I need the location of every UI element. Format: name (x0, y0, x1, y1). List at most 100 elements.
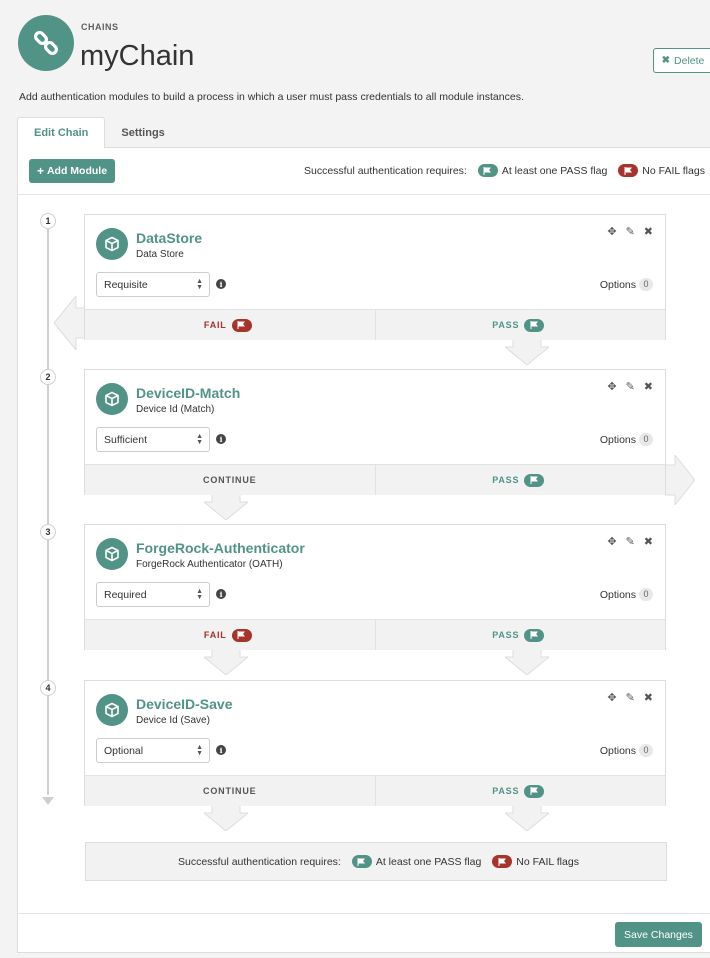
module-actions: ✥ ✎ ✖ (607, 535, 653, 548)
cube-icon (96, 538, 128, 570)
info-icon[interactable]: i (216, 434, 226, 444)
info-icon[interactable]: i (216, 745, 226, 755)
options-label: Options (599, 744, 636, 757)
fail-flag-label: No FAIL flags (516, 855, 579, 868)
flow-bar: FAIL PASS (85, 309, 665, 340)
remove-icon[interactable]: ✖ (644, 535, 653, 548)
page-title: myChain (80, 40, 195, 72)
down-arrow-pass-4 (505, 805, 549, 831)
step-number-2: 2 (40, 369, 56, 385)
footer-divider (17, 913, 710, 914)
save-changes-button[interactable]: Save Changes (615, 922, 702, 947)
plus-icon: + (36, 164, 44, 178)
continue-label: CONTINUE (203, 475, 257, 485)
module-card-deviceid-save: DeviceID-Save Device Id (Save) ✥ ✎ ✖ Opt… (84, 680, 666, 806)
pass-flag-icon (351, 855, 372, 868)
flow-bar: CONTINUE PASS (85, 775, 665, 806)
pass-flag-icon (524, 628, 545, 642)
cube-icon (96, 694, 128, 726)
move-icon[interactable]: ✥ (607, 380, 616, 393)
move-icon[interactable]: ✥ (607, 225, 616, 238)
options-label: Options (599, 433, 636, 446)
fail-flag-icon (231, 318, 252, 332)
module-actions: ✥ ✎ ✖ (607, 225, 653, 238)
module-actions: ✥ ✎ ✖ (607, 691, 653, 704)
pass-flag-icon (477, 164, 498, 177)
pass-exit-arrow (665, 455, 695, 505)
pass-flag-icon (524, 473, 545, 487)
module-card-datastore: DataStore Data Store ✥ ✎ ✖ Requisite ▲ ▼ i… (84, 214, 666, 340)
module-name[interactable]: ForgeRock-Authenticator (136, 540, 305, 556)
down-arrow-continue-4 (204, 805, 248, 831)
down-arrow-fail-3 (204, 649, 248, 675)
fail-flag-label: No FAIL flags (642, 164, 705, 177)
timeline-line (47, 222, 49, 795)
criteria-select[interactable]: Requisite ▲ ▼ (96, 272, 210, 297)
auth-requirements: Successful authentication requires: At l… (304, 164, 705, 177)
pass-flag-icon (524, 318, 545, 332)
criteria-select[interactable]: Required ▲ ▼ (96, 582, 210, 607)
fail-flag-icon (618, 164, 639, 177)
remove-icon[interactable]: ✖ (644, 691, 653, 704)
module-actions: ✥ ✎ ✖ (607, 380, 653, 393)
continue-label: CONTINUE (203, 786, 257, 796)
options-label: Options (599, 588, 636, 601)
criteria-select[interactable]: Sufficient ▲ ▼ (96, 427, 210, 452)
criteria-value: Required (104, 588, 147, 601)
criteria-value: Sufficient (104, 433, 147, 446)
tab-bar: Edit Chain Settings (17, 117, 181, 148)
move-icon[interactable]: ✥ (607, 691, 616, 704)
remove-icon[interactable]: ✖ (644, 380, 653, 393)
down-arrow-continue-2 (204, 494, 248, 520)
footer-auth-requirements: Successful authentication requires: At l… (178, 855, 579, 868)
flow-bar: FAIL PASS (85, 619, 665, 650)
fail-flag-icon (231, 628, 252, 642)
options-link[interactable]: Options 0 (600, 433, 653, 446)
add-module-label: Add Module (46, 165, 108, 177)
fail-label: FAIL (203, 320, 227, 330)
criteria-select[interactable]: Optional ▲ ▼ (96, 738, 210, 763)
delete-button[interactable]: ✖ Delete (653, 48, 710, 73)
remove-icon[interactable]: ✖ (644, 225, 653, 238)
requires-label: Successful authentication requires: (178, 855, 341, 868)
select-caret-icon: ▲ ▼ (196, 278, 203, 291)
step-number-4: 4 (40, 680, 56, 696)
module-name[interactable]: DeviceID-Save (136, 696, 233, 712)
delete-button-label: Delete (674, 54, 705, 67)
info-icon[interactable]: i (216, 279, 226, 289)
tab-edit-chain[interactable]: Edit Chain (17, 117, 106, 148)
flow-bar: CONTINUE PASS (85, 464, 665, 495)
pass-label: PASS (492, 630, 520, 640)
add-module-button[interactable]: + Add Module (29, 159, 115, 183)
cube-icon (96, 383, 128, 415)
move-icon[interactable]: ✥ (607, 535, 616, 548)
select-caret-icon: ▲ ▼ (196, 433, 203, 446)
step-number-1: 1 (40, 213, 56, 229)
info-icon[interactable]: i (216, 589, 226, 599)
cube-icon (96, 228, 128, 260)
toolbar-divider (17, 194, 710, 195)
intro-text: Add authentication modules to build a pr… (19, 91, 524, 103)
edit-icon[interactable]: ✎ (626, 691, 635, 704)
pass-label: PASS (492, 786, 520, 796)
module-type: ForgeRock Authenticator (OATH) (136, 559, 283, 570)
options-link[interactable]: Options 0 (600, 278, 653, 291)
down-arrow-pass-1 (505, 339, 549, 365)
chain-logo (18, 15, 74, 71)
section-kicker: CHAINS (81, 22, 119, 32)
timeline-arrow-icon (42, 797, 54, 805)
fail-exit-arrow (54, 296, 86, 350)
options-link[interactable]: Options 0 (600, 588, 653, 601)
module-card-deviceid-match: DeviceID-Match Device Id (Match) ✥ ✎ ✖ S… (84, 369, 666, 495)
tab-settings[interactable]: Settings (105, 117, 180, 148)
options-link[interactable]: Options 0 (600, 744, 653, 757)
options-count: 0 (639, 433, 653, 446)
module-name[interactable]: DataStore (136, 230, 202, 246)
step-number-3: 3 (40, 524, 56, 540)
module-name[interactable]: DeviceID-Match (136, 385, 240, 401)
edit-icon[interactable]: ✎ (626, 225, 635, 238)
edit-icon[interactable]: ✎ (626, 380, 635, 393)
criteria-value: Optional (104, 744, 144, 757)
edit-icon[interactable]: ✎ (626, 535, 635, 548)
module-type: Device Id (Save) (136, 715, 210, 726)
